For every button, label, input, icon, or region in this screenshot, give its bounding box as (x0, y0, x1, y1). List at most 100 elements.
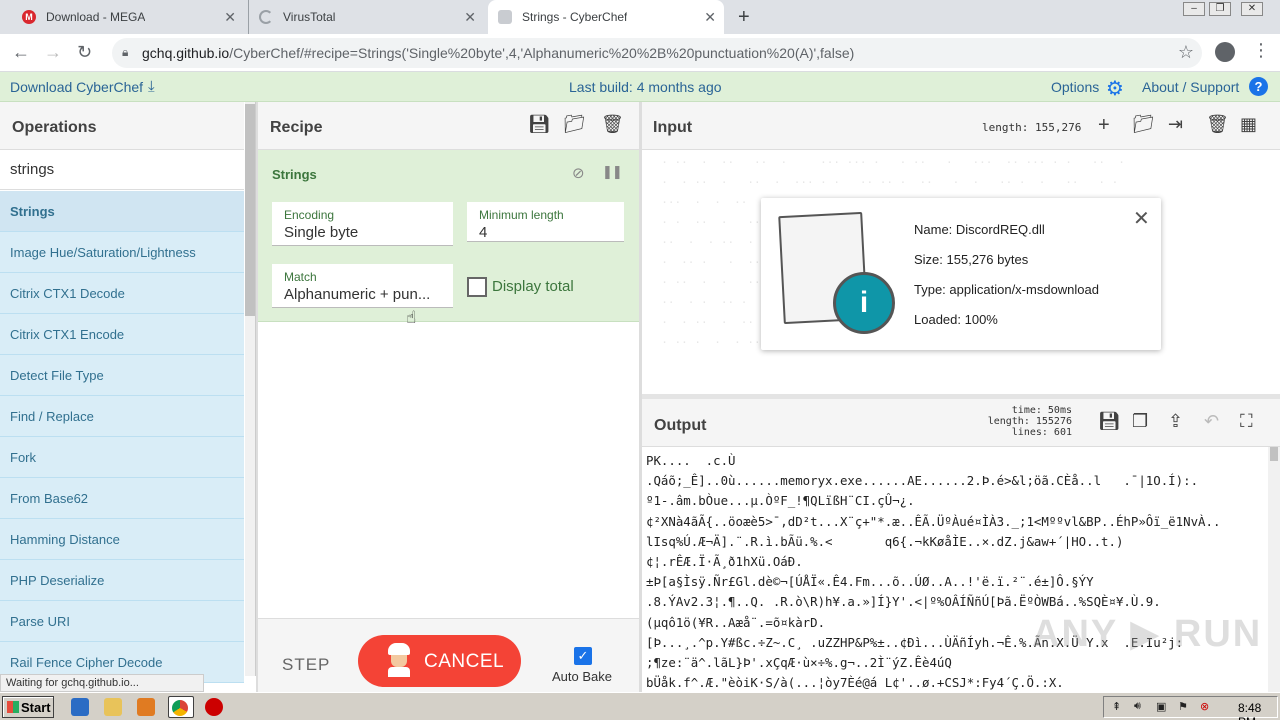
operation-item[interactable]: Detect File Type (0, 355, 244, 396)
gear-icon[interactable]: ⚙ (1106, 76, 1124, 101)
back-icon[interactable]: ← (12, 42, 30, 63)
operation-item[interactable]: Parse URI (0, 601, 244, 642)
browser-status-text: Waiting for gchq.github.io... (0, 674, 204, 692)
match-select[interactable]: Match Alphanumeric + pun... (272, 264, 453, 308)
about-support-link[interactable]: About / Support (1142, 79, 1239, 95)
forward-icon[interactable]: → (44, 42, 62, 63)
open-file-icon[interactable]: ⇥ (1168, 114, 1183, 135)
maximize-output-icon[interactable]: ⛶ (1240, 411, 1253, 432)
step-button[interactable]: STEP (282, 655, 330, 675)
options-link[interactable]: Options (1051, 79, 1099, 95)
url-text[interactable]: gchq.github.io/CyberChef/#recipe=Strings… (142, 45, 854, 61)
cancel-button[interactable]: CANCEL (358, 635, 521, 687)
browser-menu-icon[interactable]: ⋮ (1252, 40, 1270, 61)
restore-icon[interactable]: ❐ (1209, 2, 1231, 16)
operation-item[interactable]: Citrix CTX1 Encode (0, 314, 244, 355)
recipe-panel: Recipe 💾︎ 📁︎ 🗑︎ Strings ⊘ ❚❚ Encoding Si… (258, 102, 639, 692)
save-icon[interactable]: 💾︎ (528, 114, 551, 135)
copy-output-icon[interactable]: ❐ (1132, 411, 1148, 432)
save-output-icon[interactable]: 💾︎ (1098, 411, 1121, 432)
start-button[interactable]: Start (2, 696, 54, 718)
operation-item[interactable]: From Base62 (0, 478, 244, 519)
network-icon[interactable]: ▣ (1156, 700, 1166, 713)
display-total-checkbox[interactable] (467, 277, 487, 297)
operation-item-strings[interactable]: Strings (0, 191, 244, 232)
reload-icon[interactable]: ↻ (77, 42, 92, 63)
window-close-icon[interactable]: ✕ (1241, 2, 1263, 16)
new-tab-icon[interactable]: + (738, 6, 750, 29)
operations-scrollbar[interactable] (245, 102, 255, 676)
open-folder-icon[interactable]: 📁︎ (1132, 114, 1155, 135)
tab-mega[interactable]: M Download - MEGA ✕ (10, 0, 244, 34)
auto-bake-label[interactable]: Auto Bake (552, 669, 612, 684)
output-line: bÜåk.f^.Æ."èòiK·S/à(...¦òy7Èé@á L¢'..ø.+… (646, 675, 1064, 691)
pause-icon[interactable]: ❚❚ (602, 164, 623, 180)
display-total-label[interactable]: Display total (492, 278, 574, 295)
output-line: ¢¦.rÊÆ.Ï·Ã¸ð1hXü.OáÐ. (646, 554, 803, 570)
ie-icon[interactable] (71, 698, 89, 716)
file-type: Type: application/x-msdownload (914, 282, 1099, 297)
profile-avatar-icon[interactable] (1215, 42, 1235, 62)
close-tab-icon[interactable]: ✕ (224, 9, 236, 26)
clear-input-icon[interactable]: 🗑︎ (1206, 114, 1229, 135)
encoding-select[interactable]: Encoding Single byte (272, 202, 453, 246)
cyberchef-banner: Download CyberChef ⤓ Last build: 4 month… (0, 72, 1280, 102)
help-icon[interactable]: ? (1249, 77, 1268, 96)
download-cyberchef-link[interactable]: Download CyberChef (10, 79, 143, 95)
flag-icon[interactable]: ⚑ (1178, 700, 1188, 713)
encoding-label: Encoding (284, 208, 335, 222)
windows-taskbar: Start ⇞ 🔊︎ ▣ ⚑ ⊗ 8:48 PM (0, 692, 1280, 720)
output-title: Output (654, 417, 707, 434)
operation-name: Strings (272, 167, 317, 182)
undo-icon[interactable]: ↶ (1204, 411, 1219, 432)
tab-virustotal[interactable]: VirusTotal ✕ (248, 0, 484, 34)
operation-item[interactable]: Image Hue/Saturation/Lightness (0, 232, 244, 273)
input-length: length: 155,276 (982, 121, 1082, 134)
file-size: Size: 155,276 bytes (914, 252, 1029, 267)
url-field[interactable]: 🔒︎ gchq.github.io/CyberChef/#recipe=Stri… (112, 38, 1202, 68)
system-tray: ⇞ 🔊︎ ▣ ⚑ ⊗ 8:48 PM (1103, 696, 1278, 720)
input-title: Input (653, 119, 693, 136)
add-input-icon[interactable]: + (1098, 114, 1110, 137)
file-details-card: i ✕ Name: DiscordREQ.dll Size: 155,276 b… (761, 198, 1161, 350)
operation-item[interactable]: Citrix CTX1 Decode (0, 273, 244, 314)
volume-icon[interactable]: 🔊︎ (1134, 700, 1141, 713)
explorer-icon[interactable] (104, 698, 122, 716)
operation-item[interactable]: PHP Deserialize (0, 560, 244, 601)
browser-tab-bar: M Download - MEGA ✕ VirusTotal ✕ Strings… (0, 0, 1280, 34)
close-file-icon[interactable]: ✕ (1133, 206, 1150, 231)
operation-item[interactable]: Fork (0, 437, 244, 478)
replace-input-icon[interactable]: ⇪ (1168, 411, 1183, 432)
minimum-length-input[interactable]: Minimum length 4 (467, 202, 624, 242)
bookmark-star-icon[interactable]: ☆ (1178, 42, 1194, 63)
download-icon[interactable]: ⤓ (148, 78, 155, 95)
reset-layout-icon[interactable]: ▦ (1240, 114, 1257, 135)
operation-item[interactable]: Find / Replace (0, 396, 244, 437)
recipe-header: Recipe 💾︎ 📁︎ 🗑︎ (258, 102, 639, 150)
disable-icon[interactable]: ⊘ (572, 164, 585, 182)
operations-search-input[interactable] (0, 150, 244, 190)
output-length: length: 155276 (987, 416, 1072, 427)
auto-bake-checkbox[interactable]: ✓ (574, 647, 592, 665)
trash-icon[interactable]: 🗑︎ (601, 114, 624, 135)
scrollbar-thumb[interactable] (1270, 447, 1278, 461)
media-player-icon[interactable] (137, 698, 155, 716)
cyberchef-icon (498, 10, 512, 24)
tray-arrow-icon[interactable]: ⇞ (1112, 700, 1121, 713)
minimize-icon[interactable]: – (1183, 2, 1205, 16)
start-label: Start (21, 700, 51, 715)
tab-title: Download - MEGA (46, 10, 146, 24)
clock: 8:48 PM (1238, 701, 1262, 720)
tab-cyberchef[interactable]: Strings - CyberChef ✕ (488, 0, 724, 34)
operation-item[interactable]: Hamming Distance (0, 519, 244, 560)
close-tab-icon[interactable]: ✕ (464, 9, 476, 26)
alert-icon[interactable] (205, 698, 223, 716)
scrollbar-thumb[interactable] (245, 104, 255, 316)
operations-title: Operations (0, 102, 244, 150)
folder-icon[interactable]: 📁︎ (563, 114, 586, 135)
close-tab-icon[interactable]: ✕ (704, 9, 716, 26)
output-line: ±Þ[a§Ìsÿ.Ñr£Gl.dè©¬[ÚÅÏ«.Ê4.Fm...õ..ÚØ..… (646, 574, 1094, 590)
security-icon[interactable]: ⊗ (1200, 700, 1209, 713)
output-scrollbar[interactable] (1268, 447, 1280, 692)
input-header: Input length: 155,276 + 📁︎ ⇥ 🗑︎ ▦ (642, 102, 1280, 150)
